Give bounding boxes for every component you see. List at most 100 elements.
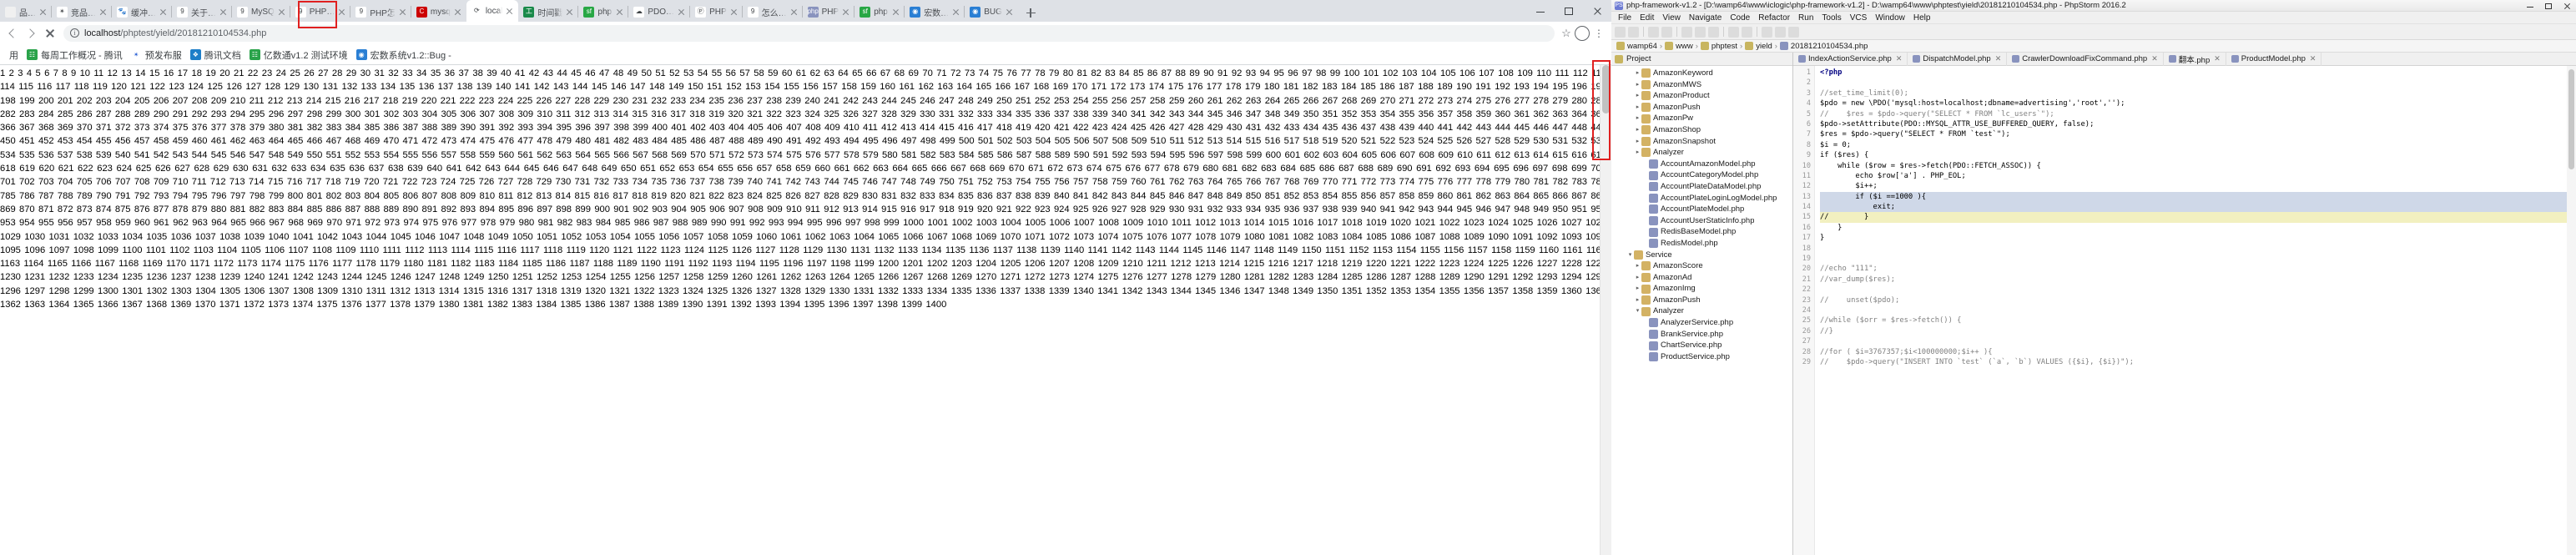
editor-tab[interactable]: DispatchModel.php ✕	[1908, 53, 2008, 66]
tree-node[interactable]: ▸ AmazonPw	[1611, 113, 1792, 124]
ide-close-button[interactable]	[2558, 0, 2576, 11]
cut-icon[interactable]	[1681, 26, 1692, 38]
address-bar[interactable]: i localhost/phptest/yield/20181210104534…	[63, 24, 1555, 42]
bookmark-item[interactable]: ☷ 亿数通v1.2 测试环境	[245, 47, 352, 63]
browser-tab-active[interactable]: ⟳ local	[466, 0, 519, 22]
menu-item-window[interactable]: Window	[1871, 13, 1909, 23]
tree-node[interactable]: ▸ AmazonPush	[1611, 102, 1792, 114]
minimize-button[interactable]	[1526, 0, 1555, 22]
tree-node[interactable]: ▸ AmazonImg	[1611, 283, 1792, 295]
browser-tab[interactable]: 工时间戳	[518, 2, 578, 22]
tab-close-icon[interactable]	[98, 7, 108, 18]
tree-node[interactable]: ▸ AmazonKeyword	[1611, 68, 1792, 79]
editor-tab-close-icon[interactable]: ✕	[1896, 54, 1903, 63]
maximize-button[interactable]	[1555, 0, 1583, 22]
tab-close-icon[interactable]	[676, 7, 687, 18]
tree-node[interactable]: AccountCategoryModel.php	[1611, 169, 1792, 181]
tree-node[interactable]: ProductService.php	[1611, 351, 1792, 363]
menu-item-code[interactable]: Code	[1726, 13, 1754, 23]
chevron-right-icon[interactable]: ▸	[1634, 68, 1641, 79]
code-line[interactable]	[1820, 336, 2576, 346]
browser-tab[interactable]: 9 怎么…	[741, 2, 803, 22]
chevron-right-icon[interactable]: ▸	[1634, 113, 1641, 124]
code-line[interactable]	[1820, 244, 2576, 254]
chevron-right-icon[interactable]: ▸	[1634, 295, 1641, 306]
bookmark-item[interactable]: ☷ 每周工作概况 - 腾讯	[23, 47, 127, 63]
save-icon[interactable]	[1628, 26, 1639, 38]
paste-icon[interactable]	[1708, 26, 1719, 38]
breadcrumb-item[interactable]: www	[1676, 42, 1693, 51]
bookmark-item[interactable]: ✴ 预发布服	[127, 47, 186, 63]
editor-tab-close-icon[interactable]: ✕	[2214, 54, 2221, 63]
code-line[interactable]: // }	[1820, 212, 2576, 223]
tree-node[interactable]: ChartService.php	[1611, 340, 1792, 351]
code-line[interactable]: // unset($pdo);	[1820, 295, 2576, 305]
close-button[interactable]	[1583, 0, 1611, 22]
new-tab-button[interactable]	[1021, 3, 1040, 22]
code-line[interactable]: $i++;	[1820, 181, 2576, 191]
editor-scrollbar-thumb[interactable]	[2568, 69, 2574, 169]
menu-item-navigate[interactable]: Navigate	[1685, 13, 1726, 23]
chevron-right-icon[interactable]: ▸	[1634, 124, 1641, 136]
code-line[interactable]: //}	[1820, 326, 2576, 336]
code-line[interactable]	[1820, 305, 2576, 315]
browser-tab[interactable]: 9 关于…	[171, 2, 232, 22]
tab-close-icon[interactable]	[504, 6, 515, 17]
chevron-right-icon[interactable]: ▸	[1634, 272, 1641, 284]
settings-icon[interactable]	[1788, 26, 1799, 38]
tree-node[interactable]: AccountPlateLoginLogModel.php	[1611, 193, 1792, 204]
bookmark-item[interactable]: 用	[5, 47, 23, 63]
forward-icon[interactable]	[23, 25, 40, 42]
chevron-right-icon[interactable]: ▸	[1634, 136, 1641, 148]
tree-node[interactable]: AnalyzerService.php	[1611, 317, 1792, 329]
editor-tab[interactable]: 翻本.php ✕	[2164, 53, 2226, 66]
code-line[interactable]: if ($i ==1000 ){	[1820, 191, 2576, 203]
debug-icon[interactable]	[1742, 26, 1752, 38]
browser-tab[interactable]: sf php	[577, 2, 628, 22]
vcs-commit-icon[interactable]	[1775, 26, 1786, 38]
code-line[interactable]: // $res = $pdo->query("SELECT * FROM `lc…	[1820, 109, 2576, 119]
tree-node[interactable]: AccountUserStaticInfo.php	[1611, 215, 1792, 227]
code-line[interactable]: $i = 0;	[1820, 140, 2576, 150]
tab-close-icon[interactable]	[728, 7, 739, 18]
editor-tab-close-icon[interactable]: ✕	[2151, 54, 2158, 63]
tree-node[interactable]: BrankService.php	[1611, 329, 1792, 341]
breadcrumb-item[interactable]: wamp64	[1627, 42, 1657, 51]
scrollbar-thumb[interactable]	[1602, 65, 1610, 114]
tab-close-icon[interactable]	[397, 7, 408, 18]
tree-node[interactable]: ▸ AmazonSnapshot	[1611, 136, 1792, 148]
tab-close-icon[interactable]	[218, 7, 229, 18]
code-line[interactable]: //set_time_limit(0);	[1820, 88, 2576, 98]
code-line[interactable]: if ($res) {	[1820, 150, 2576, 160]
tab-close-icon[interactable]	[564, 7, 575, 18]
tree-node[interactable]: RedisBaseModel.php	[1611, 226, 1792, 238]
editor-tab-close-icon[interactable]: ✕	[1995, 54, 2002, 63]
code-line[interactable]: }	[1820, 223, 2576, 233]
tree-node[interactable]: ▸ AmazonScore	[1611, 260, 1792, 272]
code-line[interactable]: //echo "111";	[1820, 264, 2576, 274]
tree-node[interactable]: AccountPlateDataModel.php	[1611, 181, 1792, 193]
code-line[interactable]: // $pdo->query("INSERT INTO `test` (`a`,…	[1820, 357, 2576, 367]
breadcrumb-item[interactable]: phptest	[1711, 42, 1737, 51]
tree-node[interactable]: ▾ Analyzer	[1611, 305, 1792, 317]
chevron-down-icon[interactable]: ▾	[1626, 250, 1634, 261]
tab-close-icon[interactable]	[1004, 7, 1015, 18]
site-info-icon[interactable]: i	[70, 28, 79, 38]
browser-tab[interactable]: ◉ 宏数…	[904, 2, 965, 22]
browser-tab[interactable]: 9 MySQ	[231, 2, 290, 22]
code-line[interactable]: //for ( $i=3767357;$i<100000000;$i++ ){	[1820, 347, 2576, 357]
breadcrumb-item[interactable]: yield	[1756, 42, 1772, 51]
code-line[interactable]: $pdo->setAttribute(PDO::MYSQL_ATTR_USE_B…	[1820, 119, 2576, 129]
tab-close-icon[interactable]	[890, 7, 901, 18]
code-line[interactable]: <?php	[1820, 68, 2576, 78]
browser-tab[interactable]: ☁ PDO…	[628, 2, 690, 22]
tree-node[interactable]: ▸ AmazonAd	[1611, 272, 1792, 284]
bookmark-item[interactable]: ◉ 宏数系统v1.2::Bug -	[352, 47, 456, 63]
browser-tab[interactable]: Cmysq	[410, 2, 466, 22]
breadcrumb-item[interactable]: 20181210104534.php	[1791, 42, 1868, 51]
browser-tab[interactable]: 品…	[0, 2, 52, 22]
tree-node[interactable]: RedisModel.php	[1611, 238, 1792, 250]
code-line[interactable]: $pdo = new \PDO('mysql:host=localhost;db…	[1820, 98, 2576, 108]
tree-node[interactable]: AccountAmazonModel.php	[1611, 159, 1792, 170]
ide-maximize-button[interactable]	[2539, 0, 2558, 11]
